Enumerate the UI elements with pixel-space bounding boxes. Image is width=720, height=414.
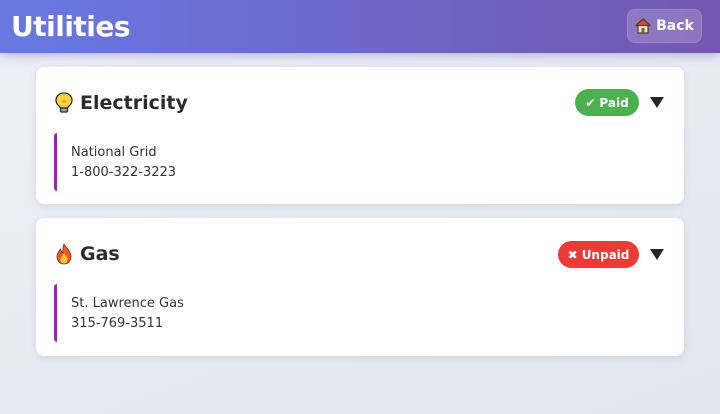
utility-name: Gas	[80, 243, 120, 265]
provider-name: St. Lawrence Gas	[71, 296, 184, 311]
provider-phone: 315-769-3511	[71, 316, 164, 331]
utility-card-electricity: Electricity ✔ Paid National Grid 1-800-3…	[36, 67, 684, 204]
card-header: Electricity	[54, 92, 188, 114]
status-badge: ✖ Unpaid	[558, 241, 639, 268]
checkmark-icon: ✔	[585, 95, 596, 110]
back-button-label: Back	[656, 18, 694, 34]
status-label: Unpaid	[581, 247, 630, 262]
utility-details: St. Lawrence Gas 315-769-3511	[54, 284, 654, 342]
x-icon: ✖	[567, 247, 578, 262]
utility-card-gas: Gas ✖ Unpaid St. Lawrence Gas 315-769-35…	[36, 218, 684, 356]
card-header: Gas	[54, 243, 120, 265]
chevron-down-icon[interactable]	[650, 249, 664, 260]
chevron-down-icon[interactable]	[650, 97, 664, 108]
status-label: Paid	[599, 95, 629, 110]
page-title: Utilities	[11, 10, 131, 43]
utility-name: Electricity	[80, 92, 188, 114]
app-header: Utilities Back	[0, 0, 720, 53]
utility-details: National Grid 1-800-322-3223	[54, 133, 654, 191]
house-icon	[635, 18, 651, 34]
status-badge: ✔ Paid	[575, 89, 639, 116]
provider-name: National Grid	[71, 145, 157, 160]
back-button[interactable]: Back	[627, 9, 702, 43]
fire-icon	[54, 243, 74, 265]
provider-phone: 1-800-322-3223	[71, 165, 177, 180]
lightbulb-icon	[54, 92, 74, 114]
